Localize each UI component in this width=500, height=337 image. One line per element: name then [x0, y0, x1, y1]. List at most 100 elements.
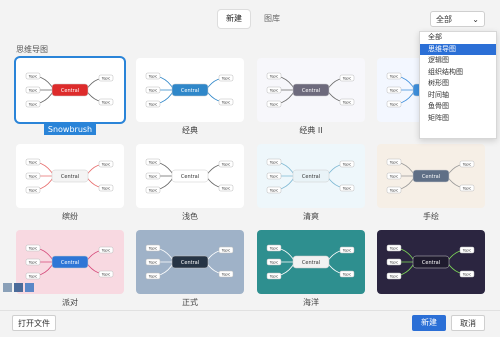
topic-node-label: Topic [101, 187, 111, 191]
template-card[interactable]: Central Topic Topic Topic Topic Topic [377, 230, 485, 294]
template-preview: Central Topic Topic Topic Topic Topic [145, 158, 234, 194]
template-label-text: 缤纷 [62, 212, 78, 221]
central-node-label: Central [61, 260, 79, 266]
topic-node-label: Topic [462, 249, 472, 253]
template-card[interactable]: Central Topic Topic Topic Topic Topic [257, 230, 365, 294]
topic-node-label: Topic [221, 187, 231, 191]
topic-node-label: Topic [462, 163, 472, 167]
template-card[interactable]: Central Topic Topic Topic Topic Topic [136, 144, 244, 208]
topic-node-label: Topic [28, 175, 38, 179]
central-node-label: Central [181, 260, 199, 266]
topic-node-label: Topic [389, 275, 399, 279]
template-card[interactable]: Central Topic Topic Topic Topic Topic [16, 144, 124, 208]
topic-node-label: Topic [221, 273, 231, 277]
topic-node-label: Topic [269, 189, 279, 193]
central-node-label: Central [422, 260, 440, 266]
topic-node-label: Topic [269, 261, 279, 265]
topic-node-label: Topic [101, 249, 111, 253]
theme-icon[interactable] [3, 283, 12, 292]
topic-node-label: Topic [342, 101, 352, 105]
topic-node-label: Topic [389, 189, 399, 193]
cancel-button[interactable]: 取消 [451, 315, 485, 331]
filter-option-all[interactable]: 全部 [420, 32, 496, 44]
topic-node-label: Topic [342, 249, 352, 253]
topic-node-label: Topic [148, 247, 158, 251]
template-label: Snowbrush [16, 124, 124, 135]
topic-node-label: Topic [221, 101, 231, 105]
topic-node-label: Topic [148, 103, 158, 107]
filter-option-org[interactable]: 组织结构图 [420, 67, 496, 79]
topic-node-label: Topic [342, 163, 352, 167]
template-label-text: 派对 [62, 298, 78, 307]
topic-node-label: Topic [28, 247, 38, 251]
topic-node-label: Topic [221, 163, 231, 167]
template-label: 缤纷 [16, 211, 124, 222]
filter-dropdown: 全部 思维导图 逻辑图 组织结构图 树形图 时间轴 鱼骨图 矩阵图 [419, 31, 497, 139]
filter-option-mindmap[interactable]: 思维导图 [420, 43, 496, 55]
template-card[interactable]: Central Topic Topic Topic Topic Topic [377, 144, 485, 208]
template-label-text: 浅色 [182, 212, 198, 221]
topic-node-label: Topic [28, 189, 38, 193]
topic-node-label: Topic [221, 249, 231, 253]
topic-node-label: Topic [148, 161, 158, 165]
template-label-text: 经典 [182, 126, 198, 135]
template-label-text: 手绘 [423, 212, 439, 221]
open-file-button[interactable]: 打开文件 [12, 315, 56, 331]
filter-option-matrix[interactable]: 矩阵图 [420, 113, 496, 125]
template-label-text: 海洋 [303, 298, 319, 307]
topic-node-label: Topic [462, 273, 472, 277]
topic-node-label: Topic [221, 77, 231, 81]
template-preview: Central Topic Topic Topic Topic Topic [266, 72, 355, 108]
template-label: 经典 II [257, 125, 365, 136]
template-preview: Central Topic Topic Topic Topic Topic [25, 158, 114, 194]
template-preview: Central Topic Topic Topic Topic Topic [145, 72, 234, 108]
central-node-label: Central [61, 174, 79, 180]
topic-node-label: Topic [269, 75, 279, 79]
template-preview: Central Topic Topic Topic Topic Topic [266, 158, 355, 194]
template-card[interactable]: Central Topic Topic Topic Topic Topic [257, 144, 365, 208]
topic-node-label: Topic [101, 101, 111, 105]
topic-node-label: Topic [269, 175, 279, 179]
template-card[interactable]: Central Topic Topic Topic Topic Topic [136, 230, 244, 294]
template-preview: Central Topic Topic Topic Topic Topic [386, 158, 475, 194]
template-card[interactable]: Central Topic Topic Topic Topic Topic [257, 58, 365, 122]
central-node-label: Central [181, 88, 199, 94]
topic-node-label: Topic [389, 89, 399, 93]
topic-node-label: Topic [269, 247, 279, 251]
shirt-icon[interactable] [14, 283, 23, 292]
template-preview: Central Topic Topic Topic Topic Topic [25, 72, 114, 108]
topic-node-label: Topic [101, 77, 111, 81]
filter-option-tree[interactable]: 树形图 [420, 78, 496, 90]
template-card[interactable]: Central Topic Topic Topic Topic Topic [16, 58, 124, 122]
template-label: 派对 [16, 297, 124, 308]
topic-node-label: Topic [462, 187, 472, 191]
central-node-label: Central [302, 174, 320, 180]
grid-icon[interactable] [25, 283, 34, 292]
template-label: 海洋 [257, 297, 365, 308]
topic-node-label: Topic [389, 247, 399, 251]
central-node-label: Central [61, 88, 79, 94]
new-button[interactable]: 新建 [412, 315, 446, 331]
topic-node-label: Topic [389, 161, 399, 165]
topic-node-label: Topic [148, 175, 158, 179]
topic-node-label: Topic [28, 275, 38, 279]
topic-node-label: Topic [148, 189, 158, 193]
template-preview: Central Topic Topic Topic Topic Topic [386, 244, 475, 280]
topic-node-label: Topic [148, 75, 158, 79]
central-node-label: Central [302, 88, 320, 94]
template-preview: Central Topic Topic Topic Topic Topic [266, 244, 355, 280]
topic-node-label: Topic [28, 161, 38, 165]
filter-option-logic[interactable]: 逻辑图 [420, 55, 496, 67]
filter-option-fishbone[interactable]: 鱼骨图 [420, 101, 496, 113]
template-label-text: Snowbrush [43, 124, 97, 135]
template-preview: Central Topic Topic Topic Topic Topic [145, 244, 234, 280]
topic-node-label: Topic [28, 89, 38, 93]
topic-node-label: Topic [28, 75, 38, 79]
filter-option-timeline[interactable]: 时间轴 [420, 90, 496, 102]
template-card[interactable]: Central Topic Topic Topic Topic Topic [136, 58, 244, 122]
topic-node-label: Topic [101, 163, 111, 167]
topic-node-label: Topic [148, 89, 158, 93]
left-toolbar [3, 283, 36, 293]
template-label: 正式 [136, 297, 244, 308]
topic-node-label: Topic [342, 273, 352, 277]
